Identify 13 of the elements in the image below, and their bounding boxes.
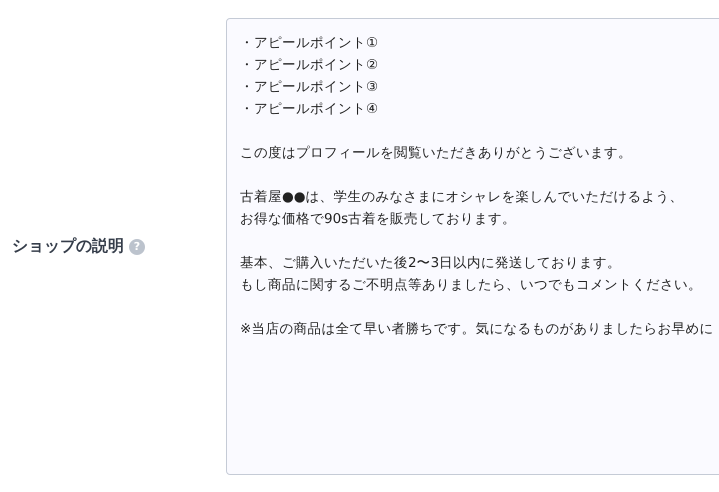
text-line: もし商品に関するご不明点等ありましたら、いつでもコメントください。 (240, 276, 702, 295)
text-line: この度はプロフィールを閲覧いただきありがとうございます。 (240, 144, 632, 163)
description-field[interactable] (226, 18, 719, 475)
field-label: ショップの説明 (12, 236, 124, 257)
text-line: ・アピールポイント③ (240, 78, 378, 97)
text-line: 古着屋●●は、学生のみなさまにオシャレを楽しんでいただけるよう、 (240, 188, 684, 207)
text-line: お得な価格で90s古着を販売しております。 (240, 210, 516, 229)
text-line: ・アピールポイント② (240, 56, 378, 75)
text-line: 基本、ご購入いただいた後2〜3日以内に発送しております。 (240, 254, 622, 273)
help-icon[interactable]: ? (129, 238, 145, 254)
text-line: ・アピールポイント① (240, 34, 378, 53)
text-line: ※当店の商品は全て早い者勝ちです。気になるものがありましたらお早めに (240, 320, 714, 339)
text-line: ・アピールポイント④ (240, 100, 378, 119)
